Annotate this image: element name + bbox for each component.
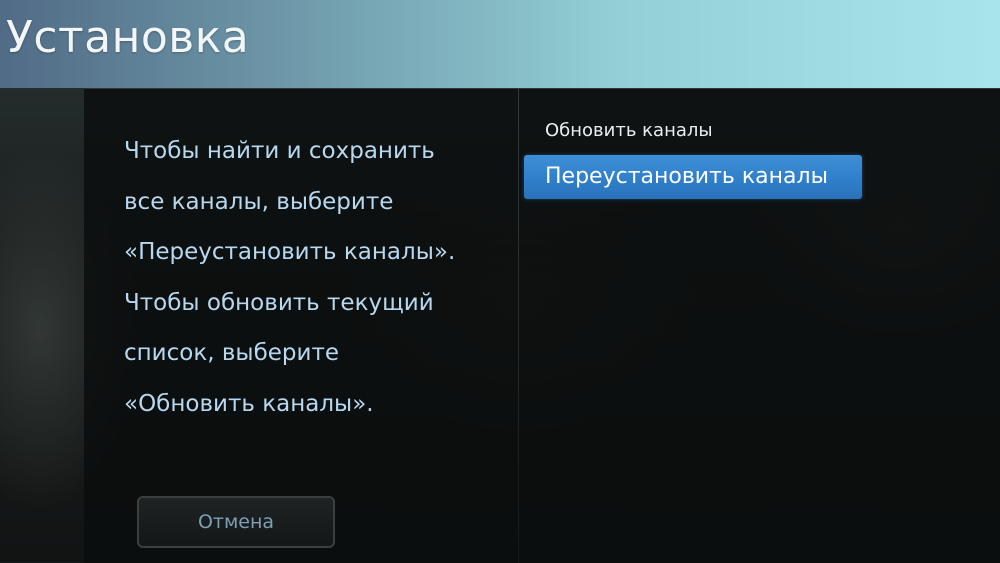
info-line: Чтобы найти и сохранить: [124, 138, 435, 164]
menu-item-update-channels[interactable]: Обновить каналы: [524, 113, 824, 149]
installation-dialog: Чтобы найти и сохранить все каналы, выбе…: [84, 88, 1000, 563]
info-line: «Переустановить каналы».: [124, 239, 456, 265]
info-line: все каналы, выберите: [124, 188, 394, 215]
page-title: Установка: [6, 12, 250, 63]
cancel-button[interactable]: Отмена: [137, 496, 335, 548]
info-text: Чтобы найти и сохранить все каналы, выбе…: [124, 126, 514, 429]
menu-item-reinstall-channels[interactable]: Переустановить каналы: [524, 155, 862, 199]
options-menu: Обновить каналы Переустановить каналы: [519, 89, 1000, 563]
info-line: список, выберите: [124, 340, 340, 366]
info-line: «Обновить каналы».: [124, 390, 374, 417]
header-bar: Установка: [0, 0, 1000, 88]
info-line: Чтобы обновить текущий: [124, 289, 434, 316]
info-pane: Чтобы найти и сохранить все каналы, выбе…: [84, 89, 518, 563]
